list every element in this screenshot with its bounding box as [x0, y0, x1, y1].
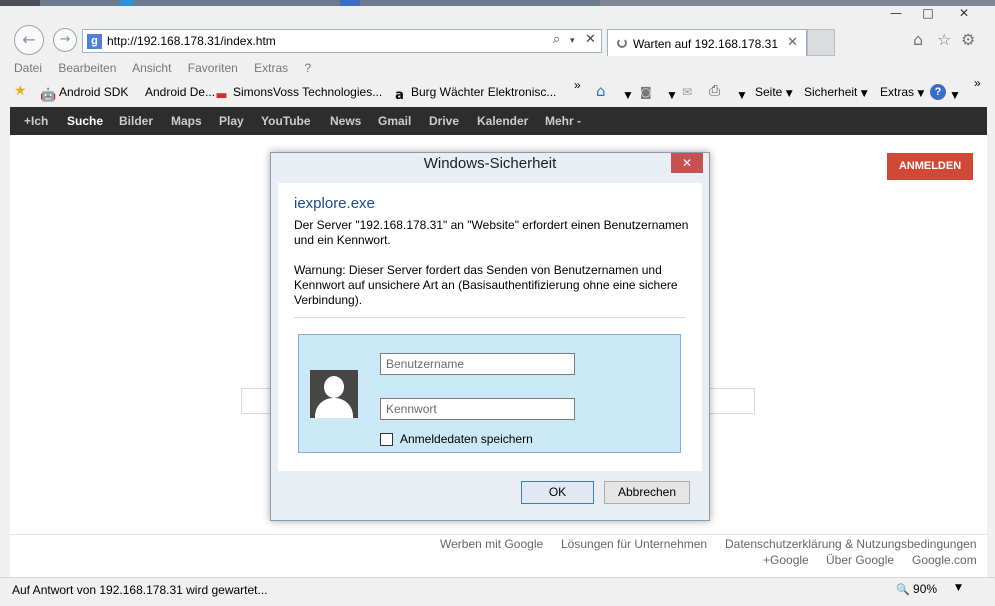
print-dropdown-arrow[interactable]: ▼ [736, 88, 748, 102]
menu-bar: Datei Bearbeiten Ansicht Favoriten Extra… [14, 61, 324, 75]
favorite-item-burg-waechter[interactable]: a Burg Wächter Elektronisc... [392, 85, 556, 103]
google-bar: +Ich Suche Bilder Maps Play YouTube News… [10, 107, 987, 135]
username-input[interactable]: Benutzername [380, 353, 575, 375]
gbar-item-gmail[interactable]: Gmail [378, 114, 411, 128]
remember-label[interactable]: Anmeldedaten speichern [400, 432, 533, 446]
gbar-item-play[interactable]: Play [219, 114, 244, 128]
home-toolbar-icon[interactable]: ⌂ [596, 82, 606, 100]
menu-item-extras[interactable]: Extras [254, 61, 288, 75]
credentials-dialog: Windows-Sicherheit ✕ iexplore.exe Der Se… [270, 152, 710, 521]
favorite-item-simonsvoss[interactable]: ▬ SimonsVoss Technologies... [214, 85, 382, 103]
cancel-button[interactable]: Abbrechen [604, 481, 690, 504]
ok-button[interactable]: OK [521, 481, 594, 504]
footer-link-werben[interactable]: Werben mit Google [440, 537, 543, 551]
favorite-item-android-sdk[interactable]: 🤖 Android SDK [40, 85, 128, 103]
gbar-item-suche[interactable]: Suche [67, 114, 103, 128]
address-bar[interactable]: g http://192.168.178.31/index.htm ⌕ ▾ ✕ [82, 29, 602, 53]
dialog-separator [294, 317, 686, 318]
safety-menu[interactable]: Sicherheit ▼ [804, 85, 868, 99]
page-menu[interactable]: Seite ▼ [755, 85, 793, 99]
desktop-strip [0, 0, 995, 6]
home-icon[interactable]: ⌂ [913, 30, 923, 49]
signin-button[interactable]: ANMELDEN [887, 153, 973, 180]
address-dropdown-icon[interactable]: ▾ [570, 36, 575, 46]
toolbar-overflow-chevron[interactable]: » [974, 76, 981, 90]
footer-link-ueber-google[interactable]: Über Google [826, 553, 894, 567]
gbar-item-drive[interactable]: Drive [429, 114, 459, 128]
help-icon[interactable]: ? [930, 84, 946, 100]
minimize-button[interactable]: — [882, 4, 910, 22]
credential-panel: Benutzername Kennwort Anmeldedaten speic… [298, 334, 681, 453]
password-input[interactable]: Kennwort [380, 398, 575, 420]
feeds-icon[interactable]: ◙ [640, 85, 652, 99]
gbar-item-kalender[interactable]: Kalender [477, 114, 528, 128]
dialog-warning: Warnung: Dieser Server fordert das Sende… [294, 263, 678, 307]
new-tab-button[interactable] [807, 29, 835, 56]
dialog-app-name: iexplore.exe [294, 195, 375, 212]
tab-close-icon[interactable]: ✕ [787, 35, 798, 50]
tab-active[interactable]: Warten auf 192.168.178.31 ✕ [607, 29, 807, 56]
user-avatar-icon [310, 370, 358, 418]
remember-checkbox[interactable] [380, 433, 393, 446]
home-dropdown-arrow[interactable]: ▼ [622, 88, 634, 102]
close-window-button[interactable]: ✕ [950, 4, 978, 22]
add-favorite-icon[interactable]: ★ [14, 83, 27, 99]
menu-item-ansicht[interactable]: Ansicht [132, 61, 171, 75]
zoom-dropdown-arrow[interactable]: ▼ [955, 583, 962, 593]
favorite-item-android-dev[interactable]: Android De... [145, 85, 215, 99]
maximize-button[interactable]: □ [914, 4, 942, 22]
favorites-star-icon[interactable]: ☆ [937, 30, 951, 49]
android-icon: 🤖 [40, 88, 57, 103]
menu-item-datei[interactable]: Datei [14, 61, 42, 75]
zoom-level: 90% [913, 582, 938, 596]
menu-item-favoriten[interactable]: Favoriten [188, 61, 238, 75]
forward-button[interactable]: → [53, 28, 77, 52]
loading-spinner-icon [617, 38, 627, 48]
tools-menu[interactable]: Extras ▼ [880, 85, 924, 99]
feeds-dropdown-arrow[interactable]: ▼ [666, 88, 678, 102]
search-icon[interactable]: ⌕ [553, 32, 560, 47]
back-arrow-icon: ← [22, 30, 36, 49]
gbar-item-news[interactable]: News [330, 114, 361, 128]
footer-link-plus-google[interactable]: +Google [763, 553, 809, 567]
footer-link-datenschutz[interactable]: Datenschutzerklärung & Nutzungsbedingung… [725, 537, 977, 551]
dialog-body: iexplore.exe Der Server "192.168.178.31"… [278, 183, 702, 471]
gbar-item-youtube[interactable]: YouTube [261, 114, 311, 128]
dialog-message: Der Server "192.168.178.31" an "Website"… [294, 218, 689, 247]
gbar-item-mehr[interactable]: Mehr - [545, 114, 581, 128]
zoom-control[interactable]: 🔍 90% [896, 582, 937, 596]
status-bar: Auf Antwort von 192.168.178.31 wird gewa… [0, 577, 995, 606]
menu-item-help[interactable]: ? [305, 61, 312, 75]
gbar-item-bilder[interactable]: Bilder [119, 114, 153, 128]
favorites-overflow-chevron[interactable]: » [574, 78, 581, 92]
gbar-item-maps[interactable]: Maps [171, 114, 202, 128]
help-dropdown-arrow[interactable]: ▼ [949, 88, 961, 102]
footer-divider [10, 534, 987, 535]
gbar-item-ich[interactable]: +Ich [24, 114, 48, 128]
amazon-icon: a [395, 88, 404, 103]
status-text: Auf Antwort von 192.168.178.31 wird gewa… [12, 583, 268, 597]
forward-arrow-icon: → [59, 32, 71, 47]
tab-title: Warten auf 192.168.178.31 [633, 37, 778, 51]
simonsvoss-icon: ▬ [215, 88, 228, 103]
footer-link-google-com[interactable]: Google.com [912, 553, 977, 567]
mail-icon[interactable]: ✉ [682, 85, 692, 99]
dialog-title: Windows-Sicherheit [423, 155, 557, 172]
gear-icon[interactable]: ⚙ [961, 30, 975, 49]
menu-item-bearbeiten[interactable]: Bearbeiten [58, 61, 116, 75]
google-favicon-icon: g [87, 34, 102, 49]
stop-icon[interactable]: ✕ [585, 32, 596, 47]
back-button[interactable]: ← [14, 25, 44, 55]
zoom-icon: 🔍 [896, 583, 910, 596]
footer-link-unternehmen[interactable]: Lösungen für Unternehmen [561, 537, 707, 551]
favorites-bar: ★ 🤖 Android SDK Android De... ▬ SimonsVoss… [12, 76, 992, 104]
dialog-close-button[interactable]: ✕ [671, 153, 703, 173]
address-url[interactable]: http://192.168.178.31/index.htm [107, 34, 276, 48]
print-icon[interactable]: ⎙ [709, 83, 720, 99]
